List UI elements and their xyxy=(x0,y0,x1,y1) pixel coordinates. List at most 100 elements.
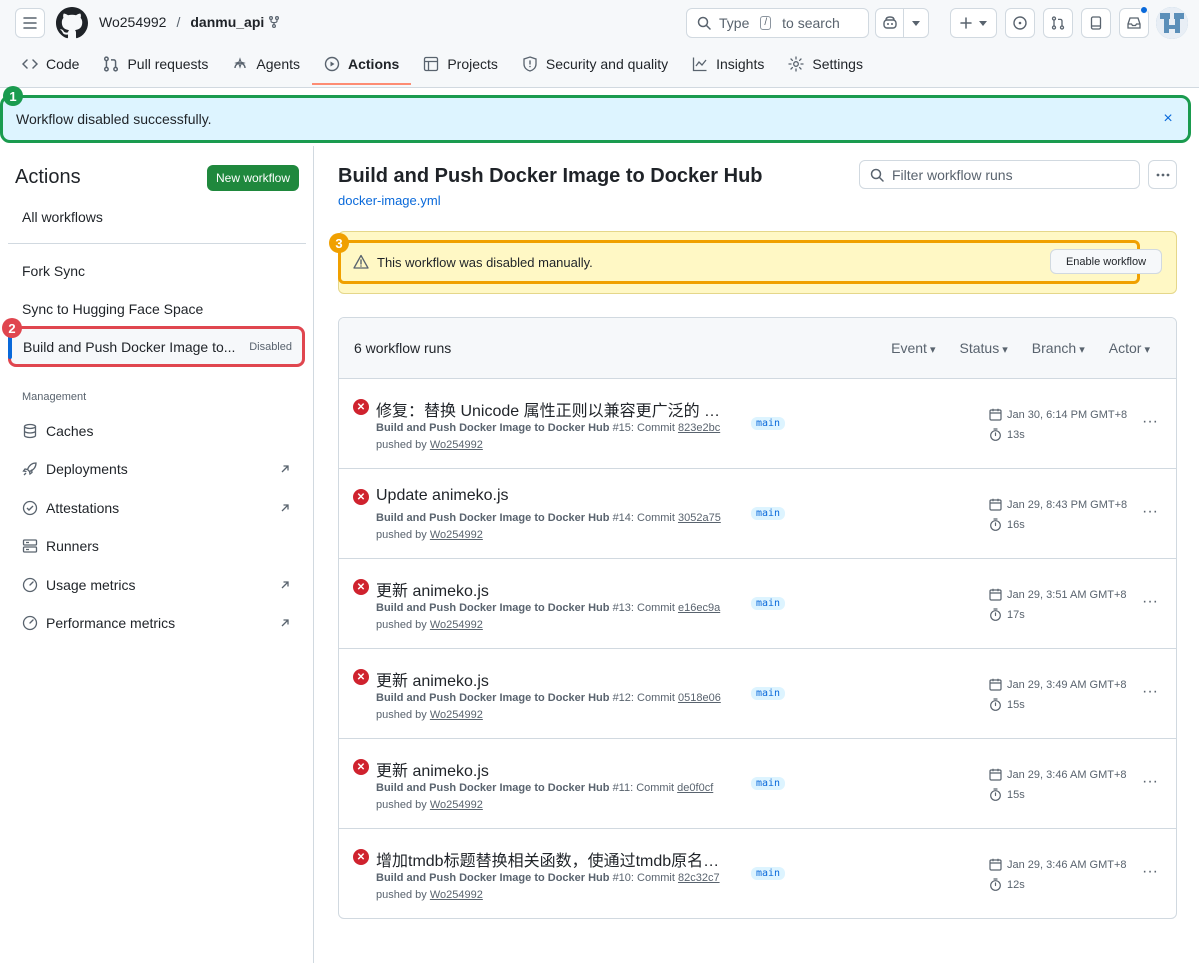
run-title[interactable]: 更新 animeko.js xyxy=(376,667,489,691)
sidebar-item-usage-metrics[interactable]: Usage metrics xyxy=(22,574,290,596)
commit-link[interactable]: e16ec9a xyxy=(678,602,720,614)
external-link-icon xyxy=(280,503,290,513)
table-row[interactable]: ✕ 更新 animeko.js Build and Push Docker Im… xyxy=(339,649,1176,739)
user-link[interactable]: Wo254992 xyxy=(430,619,483,631)
tab-projects[interactable]: Projects xyxy=(411,46,510,82)
branch-label[interactable]: main xyxy=(751,507,786,520)
avatar[interactable] xyxy=(1156,7,1188,39)
sidebar-item-performance-metrics[interactable]: Performance metrics xyxy=(22,612,290,634)
alert-icon xyxy=(353,254,369,270)
run-pushed-by: pushed by Wo254992 xyxy=(376,439,483,451)
branch-label[interactable]: main xyxy=(751,597,786,610)
sidebar-item-fork-sync[interactable]: Fork Sync xyxy=(22,263,85,279)
run-title[interactable]: 修复：替换 Unicode 属性正则以兼容更广泛的 No... xyxy=(376,397,731,421)
commit-link[interactable]: 0518e06 xyxy=(678,692,721,704)
kebab-horizontal-icon[interactable]: ··· xyxy=(1142,593,1158,611)
kebab-horizontal-icon[interactable]: ··· xyxy=(1142,863,1158,881)
run-date: Jan 29, 3:49 AM GMT+8 xyxy=(989,678,1127,691)
branch-label[interactable]: main xyxy=(751,417,786,430)
sidebar-item-build-push-docker[interactable]: Build and Push Docker Image to... Disabl… xyxy=(8,326,305,367)
selected-indicator xyxy=(8,335,12,359)
repo-owner-link[interactable]: Wo254992 xyxy=(99,14,166,30)
run-pushed-by: pushed by Wo254992 xyxy=(376,889,483,901)
commit-link[interactable]: 823e2bc xyxy=(678,422,720,434)
kebab-horizontal-icon[interactable]: ··· xyxy=(1142,773,1158,791)
run-number: #12: Commit xyxy=(612,692,675,704)
stopwatch-icon xyxy=(989,788,1002,801)
user-link[interactable]: Wo254992 xyxy=(430,799,483,811)
run-date: Jan 30, 6:14 PM GMT+8 xyxy=(989,408,1127,421)
run-title[interactable]: 增加tmdb标题替换相关函数，使通过tmdb原名搜... xyxy=(376,847,731,871)
table-row[interactable]: ✕ Update animeko.js Build and Push Docke… xyxy=(339,469,1176,559)
sidebar-item-attestations[interactable]: Attestations xyxy=(22,497,290,519)
user-link[interactable]: Wo254992 xyxy=(430,709,483,721)
commit-link[interactable]: de0f0cf xyxy=(677,782,713,794)
event-filter-dropdown[interactable]: Event xyxy=(891,340,935,356)
branch-label[interactable]: main xyxy=(751,687,786,700)
kebab-horizontal-icon[interactable]: ··· xyxy=(1142,413,1158,431)
kebab-horizontal-icon[interactable]: ··· xyxy=(1142,683,1158,701)
create-new-button[interactable] xyxy=(950,8,997,38)
user-link[interactable]: Wo254992 xyxy=(430,529,483,541)
commit-link[interactable]: 82c32c7 xyxy=(678,872,720,884)
branch-filter-dropdown[interactable]: Branch xyxy=(1032,340,1085,356)
menu-icon[interactable] xyxy=(15,8,45,38)
failed-status-icon: ✕ xyxy=(353,669,369,685)
github-logo-icon[interactable] xyxy=(56,7,88,39)
stopwatch-icon xyxy=(989,698,1002,711)
warning-text: This workflow was disabled manually. xyxy=(377,254,593,270)
tab-actions[interactable]: Actions xyxy=(312,46,412,85)
status-filter-dropdown[interactable]: Status xyxy=(960,340,1008,356)
repositories-button[interactable] xyxy=(1081,8,1111,38)
sidebar-item-label: Attestations xyxy=(46,500,120,516)
commit-link[interactable]: 3052a75 xyxy=(678,512,721,524)
tab-security-and-quality[interactable]: Security and quality xyxy=(510,46,680,82)
annotation-marker-3: 3 xyxy=(329,233,349,253)
breadcrumb-separator: / xyxy=(176,14,181,30)
tab-insights[interactable]: Insights xyxy=(680,46,776,82)
tab-pull-requests[interactable]: Pull requests xyxy=(91,46,220,82)
run-meta: Build and Push Docker Image to Docker Hu… xyxy=(376,512,721,524)
workflow-file-link[interactable]: docker-image.yml xyxy=(338,193,441,208)
run-meta: Build and Push Docker Image to Docker Hu… xyxy=(376,422,720,434)
pull-requests-button[interactable] xyxy=(1043,8,1073,38)
actor-filter-dropdown[interactable]: Actor xyxy=(1109,340,1150,356)
more-options-button[interactable] xyxy=(1148,160,1177,189)
close-icon[interactable]: × xyxy=(1156,107,1180,131)
new-workflow-button[interactable]: New workflow xyxy=(207,165,299,191)
run-title[interactable]: 更新 animeko.js xyxy=(376,757,489,781)
branch-label[interactable]: main xyxy=(751,867,786,880)
table-row[interactable]: ✕ 修复：替换 Unicode 属性正则以兼容更广泛的 No... Build … xyxy=(339,379,1176,469)
table-row[interactable]: ✕ 增加tmdb标题替换相关函数，使通过tmdb原名搜... Build and… xyxy=(339,829,1176,918)
meter-icon xyxy=(22,615,38,631)
sidebar-item-sync-hugging-face[interactable]: Sync to Hugging Face Space xyxy=(22,301,203,317)
pushed-by-label: pushed by xyxy=(376,529,427,541)
issues-button[interactable] xyxy=(1005,8,1035,38)
user-link[interactable]: Wo254992 xyxy=(430,889,483,901)
copilot-button[interactable] xyxy=(875,8,929,38)
run-workflow-name: Build and Push Docker Image to Docker Hu… xyxy=(376,782,610,794)
run-workflow-name: Build and Push Docker Image to Docker Hu… xyxy=(376,422,610,434)
tab-settings[interactable]: Settings xyxy=(776,46,875,82)
user-link[interactable]: Wo254992 xyxy=(430,439,483,451)
sidebar-item-label: Performance metrics xyxy=(46,615,176,631)
repo-name-link[interactable]: danmu_api xyxy=(190,14,264,30)
global-search-input[interactable]: Type / to search xyxy=(686,8,869,38)
chevron-down-icon[interactable] xyxy=(904,20,928,26)
enable-workflow-button[interactable]: Enable workflow xyxy=(1050,249,1162,274)
kebab-horizontal-icon[interactable]: ··· xyxy=(1142,503,1158,521)
branch-label[interactable]: main xyxy=(751,777,786,790)
tab-agents[interactable]: Agents xyxy=(220,46,312,82)
tab-code[interactable]: Code xyxy=(10,46,91,82)
run-title[interactable]: 更新 animeko.js xyxy=(376,577,489,601)
table-row[interactable]: ✕ 更新 animeko.js Build and Push Docker Im… xyxy=(339,739,1176,829)
sidebar-item-deployments[interactable]: Deployments xyxy=(22,458,290,480)
run-pushed-by: pushed by Wo254992 xyxy=(376,619,483,631)
annotation-marker-1: 1 xyxy=(3,86,23,106)
filter-workflow-runs-input[interactable]: Filter workflow runs xyxy=(859,160,1140,189)
table-row[interactable]: ✕ 更新 animeko.js Build and Push Docker Im… xyxy=(339,559,1176,649)
sidebar-item-caches[interactable]: Caches xyxy=(22,420,290,442)
sidebar-item-all-workflows[interactable]: All workflows xyxy=(22,209,103,225)
sidebar-item-runners[interactable]: Runners xyxy=(22,535,290,557)
run-title[interactable]: Update animeko.js xyxy=(376,487,509,505)
